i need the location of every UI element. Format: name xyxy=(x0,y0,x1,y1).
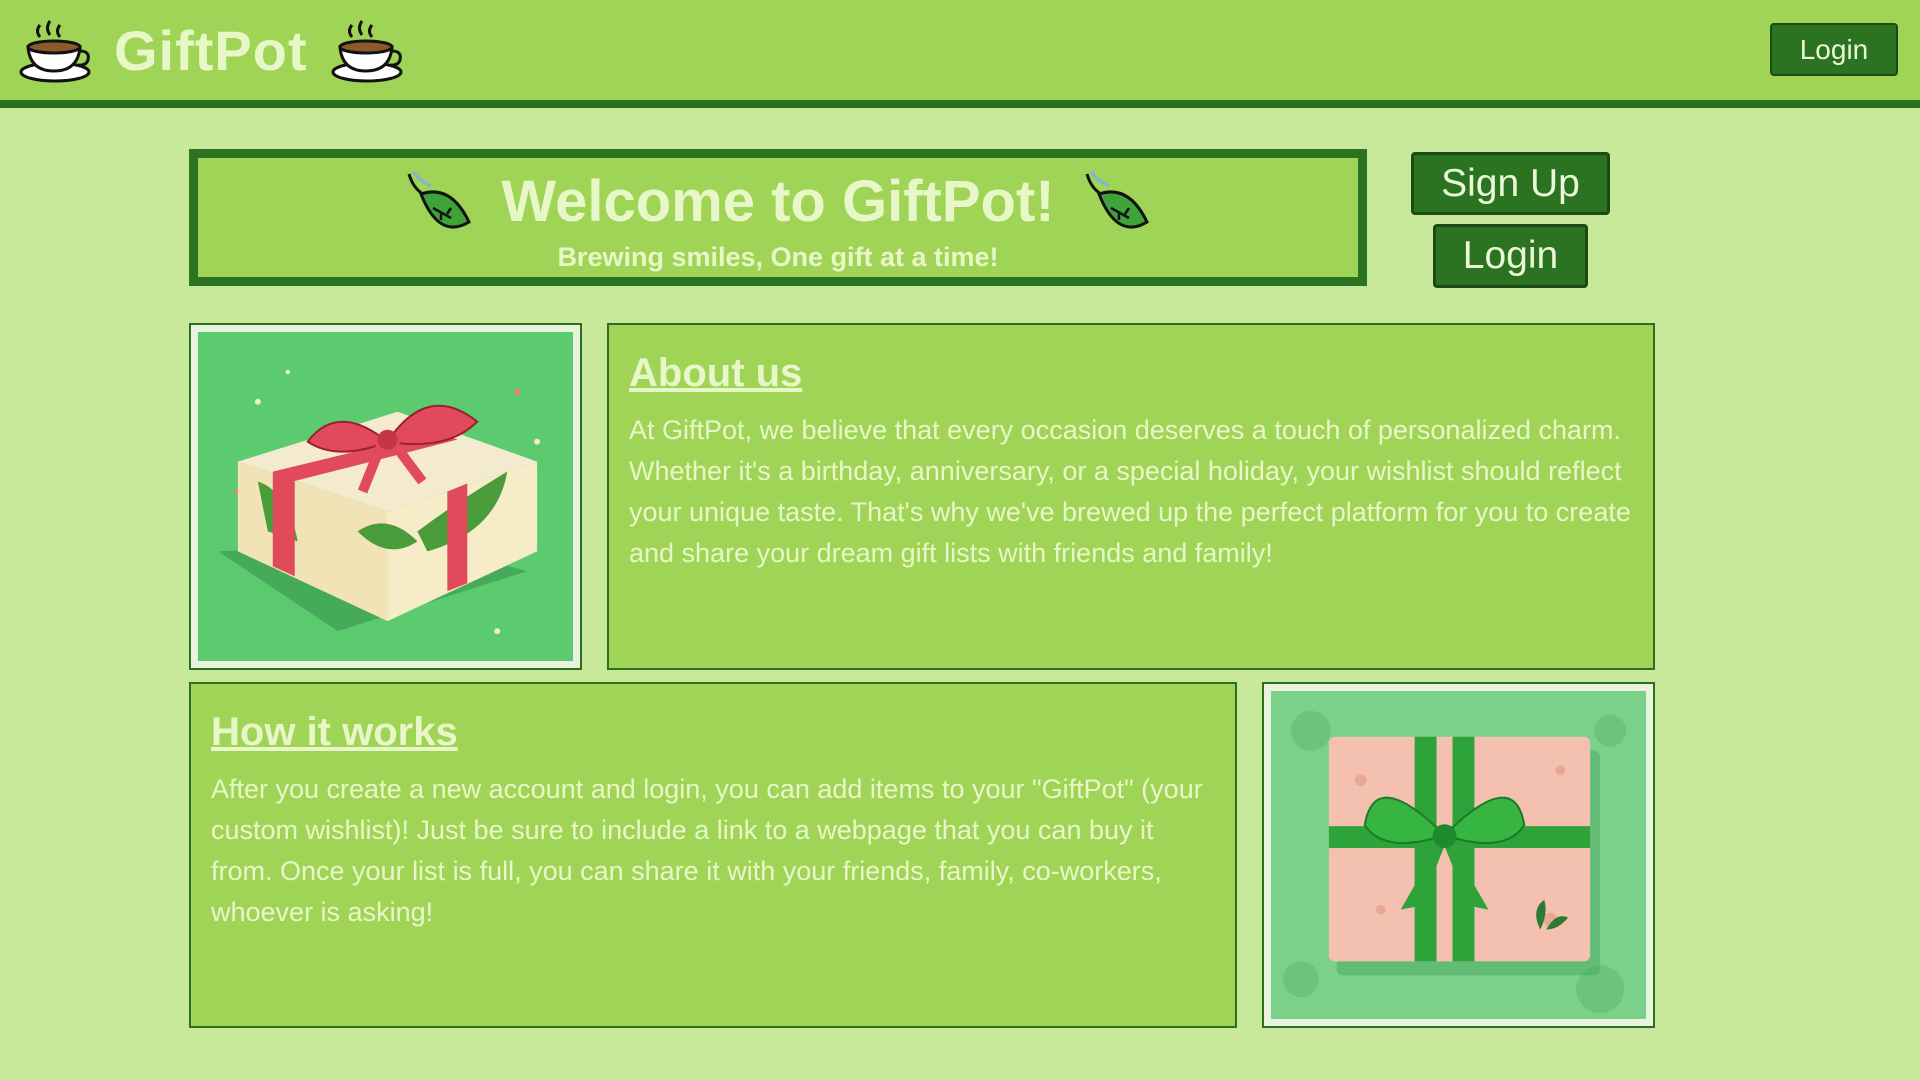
signup-button[interactable]: Sign Up xyxy=(1411,152,1610,215)
tea-leaf-icon xyxy=(407,171,472,229)
how-it-works-text: After you create a new account and login… xyxy=(211,774,1203,927)
coffee-cup-icon xyxy=(19,20,91,83)
brand-name: GiftPot xyxy=(114,18,308,82)
top-navbar: GiftPot Login xyxy=(0,0,1920,108)
brand[interactable]: GiftPot xyxy=(18,10,404,90)
welcome-banner: Welcome to GiftPot! Brewing smiles, One … xyxy=(189,149,1367,286)
about-us-section: About us At GiftPot, we believe that eve… xyxy=(607,323,1655,670)
header-login-button[interactable]: Login xyxy=(1770,23,1898,76)
welcome-subtitle: Brewing smiles, One gift at a time! xyxy=(557,242,999,272)
about-us-text: At GiftPot, we believe that every occasi… xyxy=(629,415,1631,568)
gift-box-image-green-ribbon xyxy=(1262,682,1655,1028)
tea-leaf-icon xyxy=(1085,171,1149,229)
how-it-works-section: How it works After you create a new acco… xyxy=(189,682,1237,1028)
welcome-title: Welcome to GiftPot! xyxy=(501,168,1055,234)
how-it-works-heading: How it works xyxy=(211,710,458,754)
gift-box-image-red-ribbon xyxy=(189,323,582,670)
login-button[interactable]: Login xyxy=(1433,224,1588,288)
coffee-cup-icon xyxy=(331,20,403,83)
about-us-heading: About us xyxy=(629,351,803,395)
